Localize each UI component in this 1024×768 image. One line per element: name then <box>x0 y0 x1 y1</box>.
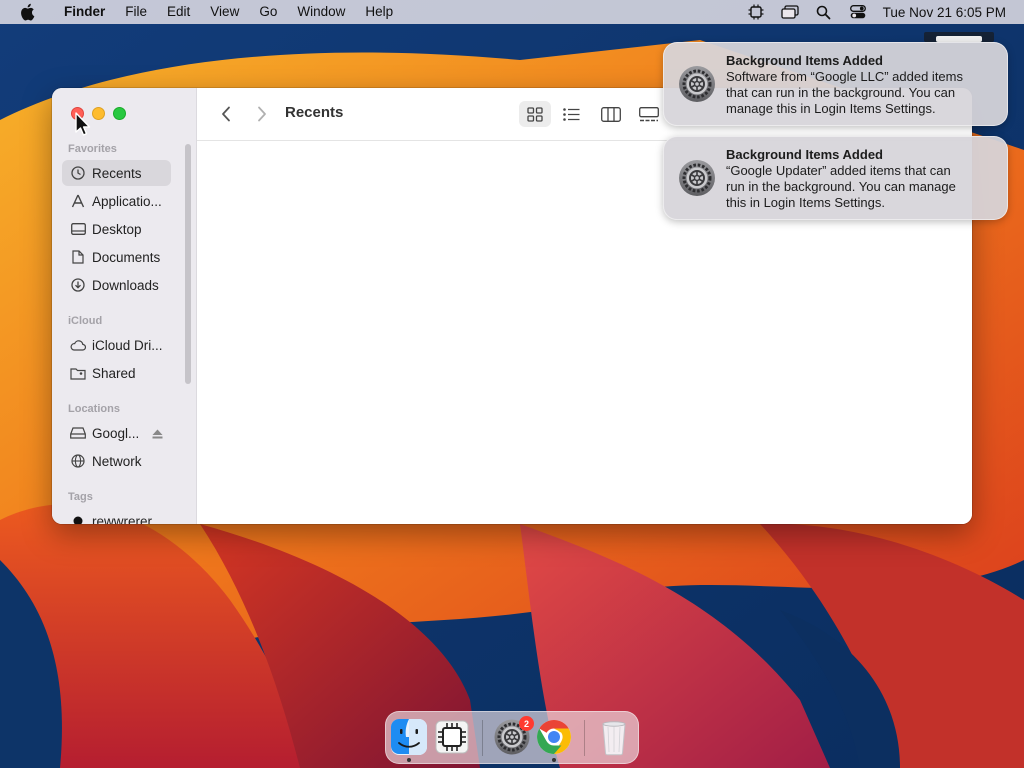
shared-folder-icon <box>70 365 86 381</box>
menu-bar: Finder File Edit View Go Window Help Tue… <box>0 0 1024 24</box>
sidebar-item-recents[interactable]: Recents <box>62 160 171 186</box>
dock-trash-icon[interactable] <box>595 718 633 756</box>
screen-mirroring-icon[interactable] <box>773 0 807 24</box>
sidebar-item-label: Googl... <box>92 425 140 441</box>
sidebar-item-label: Shared <box>92 365 136 381</box>
list-icon <box>562 107 579 121</box>
sidebar-item-tag[interactable]: rewwrerer <box>62 508 171 524</box>
notification-body-line: “Google Updater” added items that can <box>726 163 951 178</box>
system-settings-gear-icon <box>679 66 715 102</box>
grid-icon <box>527 106 543 122</box>
notification-title: Background Items Added <box>726 147 883 162</box>
system-settings-gear-icon <box>679 160 715 196</box>
sidebar-header-tags: Tags <box>68 491 93 503</box>
menubar-clock[interactable]: Tue Nov 21 6:05 PM <box>875 5 1024 20</box>
globe-icon <box>70 453 86 469</box>
zoom-button[interactable] <box>113 107 126 120</box>
dock-chrome-icon[interactable] <box>535 718 573 756</box>
sidebar-item-label: Documents <box>92 249 161 265</box>
disk-icon <box>70 425 86 441</box>
list-view-button[interactable] <box>555 101 587 127</box>
sidebar-item-icloud-drive[interactable]: iCloud Dri... <box>62 332 171 358</box>
dock-finder-icon[interactable] <box>390 718 428 756</box>
notification-background-items-1[interactable]: Background Items Added Software from “Go… <box>663 42 1008 126</box>
menu-file[interactable]: File <box>115 0 157 24</box>
desktop-icon <box>70 221 86 237</box>
icon-view-button[interactable] <box>519 101 551 127</box>
control-center-icon[interactable] <box>841 0 875 24</box>
eject-icon[interactable] <box>152 427 163 442</box>
menu-help[interactable]: Help <box>355 0 403 24</box>
finder-sidebar: Favorites Recents Applicatio... Desktop … <box>52 88 197 524</box>
dock-system-information-icon[interactable] <box>433 718 471 756</box>
menu-edit[interactable]: Edit <box>157 0 200 24</box>
sidebar-header-locations: Locations <box>68 403 120 415</box>
notification-body-line: manage this in Login Items Settings. <box>726 101 936 116</box>
notification-body-line: Software from “Google LLC” added items <box>726 69 963 84</box>
apple-menu-icon[interactable] <box>0 3 54 21</box>
forward-button[interactable] <box>251 103 273 125</box>
notification-title: Background Items Added <box>726 53 883 68</box>
sidebar-item-label: Network <box>92 453 142 469</box>
sidebar-item-documents[interactable]: Documents <box>62 244 171 270</box>
columns-icon <box>601 106 621 122</box>
sidebar-item-label: iCloud Dri... <box>92 337 163 353</box>
sidebar-item-desktop[interactable]: Desktop <box>62 216 171 242</box>
dock-separator <box>482 720 483 756</box>
back-button[interactable] <box>215 103 237 125</box>
sidebar-item-label: rewwrerer <box>92 513 153 525</box>
applications-icon <box>70 193 86 209</box>
cloud-icon <box>70 337 86 353</box>
notification-body-line: run in the background. You can manage <box>726 179 956 194</box>
sidebar-item-label: Desktop <box>92 221 142 237</box>
gallery-view-button[interactable] <box>633 101 665 127</box>
mouse-cursor-icon <box>75 112 91 136</box>
clock-icon <box>70 165 86 181</box>
menu-view[interactable]: View <box>200 0 249 24</box>
spotlight-search-icon[interactable] <box>807 0 841 24</box>
sidebar-item-google-drive[interactable]: Googl... <box>62 420 171 446</box>
notification-badge: 2 <box>519 716 534 731</box>
menu-window[interactable]: Window <box>287 0 355 24</box>
sidebar-item-applications[interactable]: Applicatio... <box>62 188 171 214</box>
sidebar-item-label: Applicatio... <box>92 193 162 209</box>
sidebar-item-label: Recents <box>92 165 142 181</box>
download-icon <box>70 277 86 293</box>
notification-body-line: this in Login Items Settings. <box>726 195 885 210</box>
desktop-partial-window <box>924 32 994 42</box>
dock-separator <box>584 720 585 756</box>
sidebar-item-downloads[interactable]: Downloads <box>62 272 171 298</box>
sidebar-header-favorites: Favorites <box>68 143 117 155</box>
sidebar-item-network[interactable]: Network <box>62 448 171 474</box>
menu-finder[interactable]: Finder <box>54 0 115 24</box>
column-view-button[interactable] <box>595 101 627 127</box>
dock-running-indicator <box>552 758 556 762</box>
gallery-icon <box>639 106 659 121</box>
notification-background-items-2[interactable]: Background Items Added “Google Updater” … <box>663 136 1008 220</box>
sidebar-scrollbar[interactable] <box>185 144 191 384</box>
notification-body-line: that can run in the background. You can <box>726 85 956 100</box>
sidebar-item-label: Downloads <box>92 277 159 293</box>
dock-running-indicator <box>407 758 411 762</box>
sidebar-header-icloud: iCloud <box>68 315 103 327</box>
minimize-button[interactable] <box>92 107 105 120</box>
sidebar-item-shared[interactable]: Shared <box>62 360 171 386</box>
dock: 2 <box>385 711 639 764</box>
cpu-icon[interactable] <box>739 0 773 24</box>
menu-go[interactable]: Go <box>249 0 287 24</box>
window-title: Recents <box>285 104 344 121</box>
tag-dot-icon <box>70 513 86 524</box>
document-icon <box>70 249 86 265</box>
